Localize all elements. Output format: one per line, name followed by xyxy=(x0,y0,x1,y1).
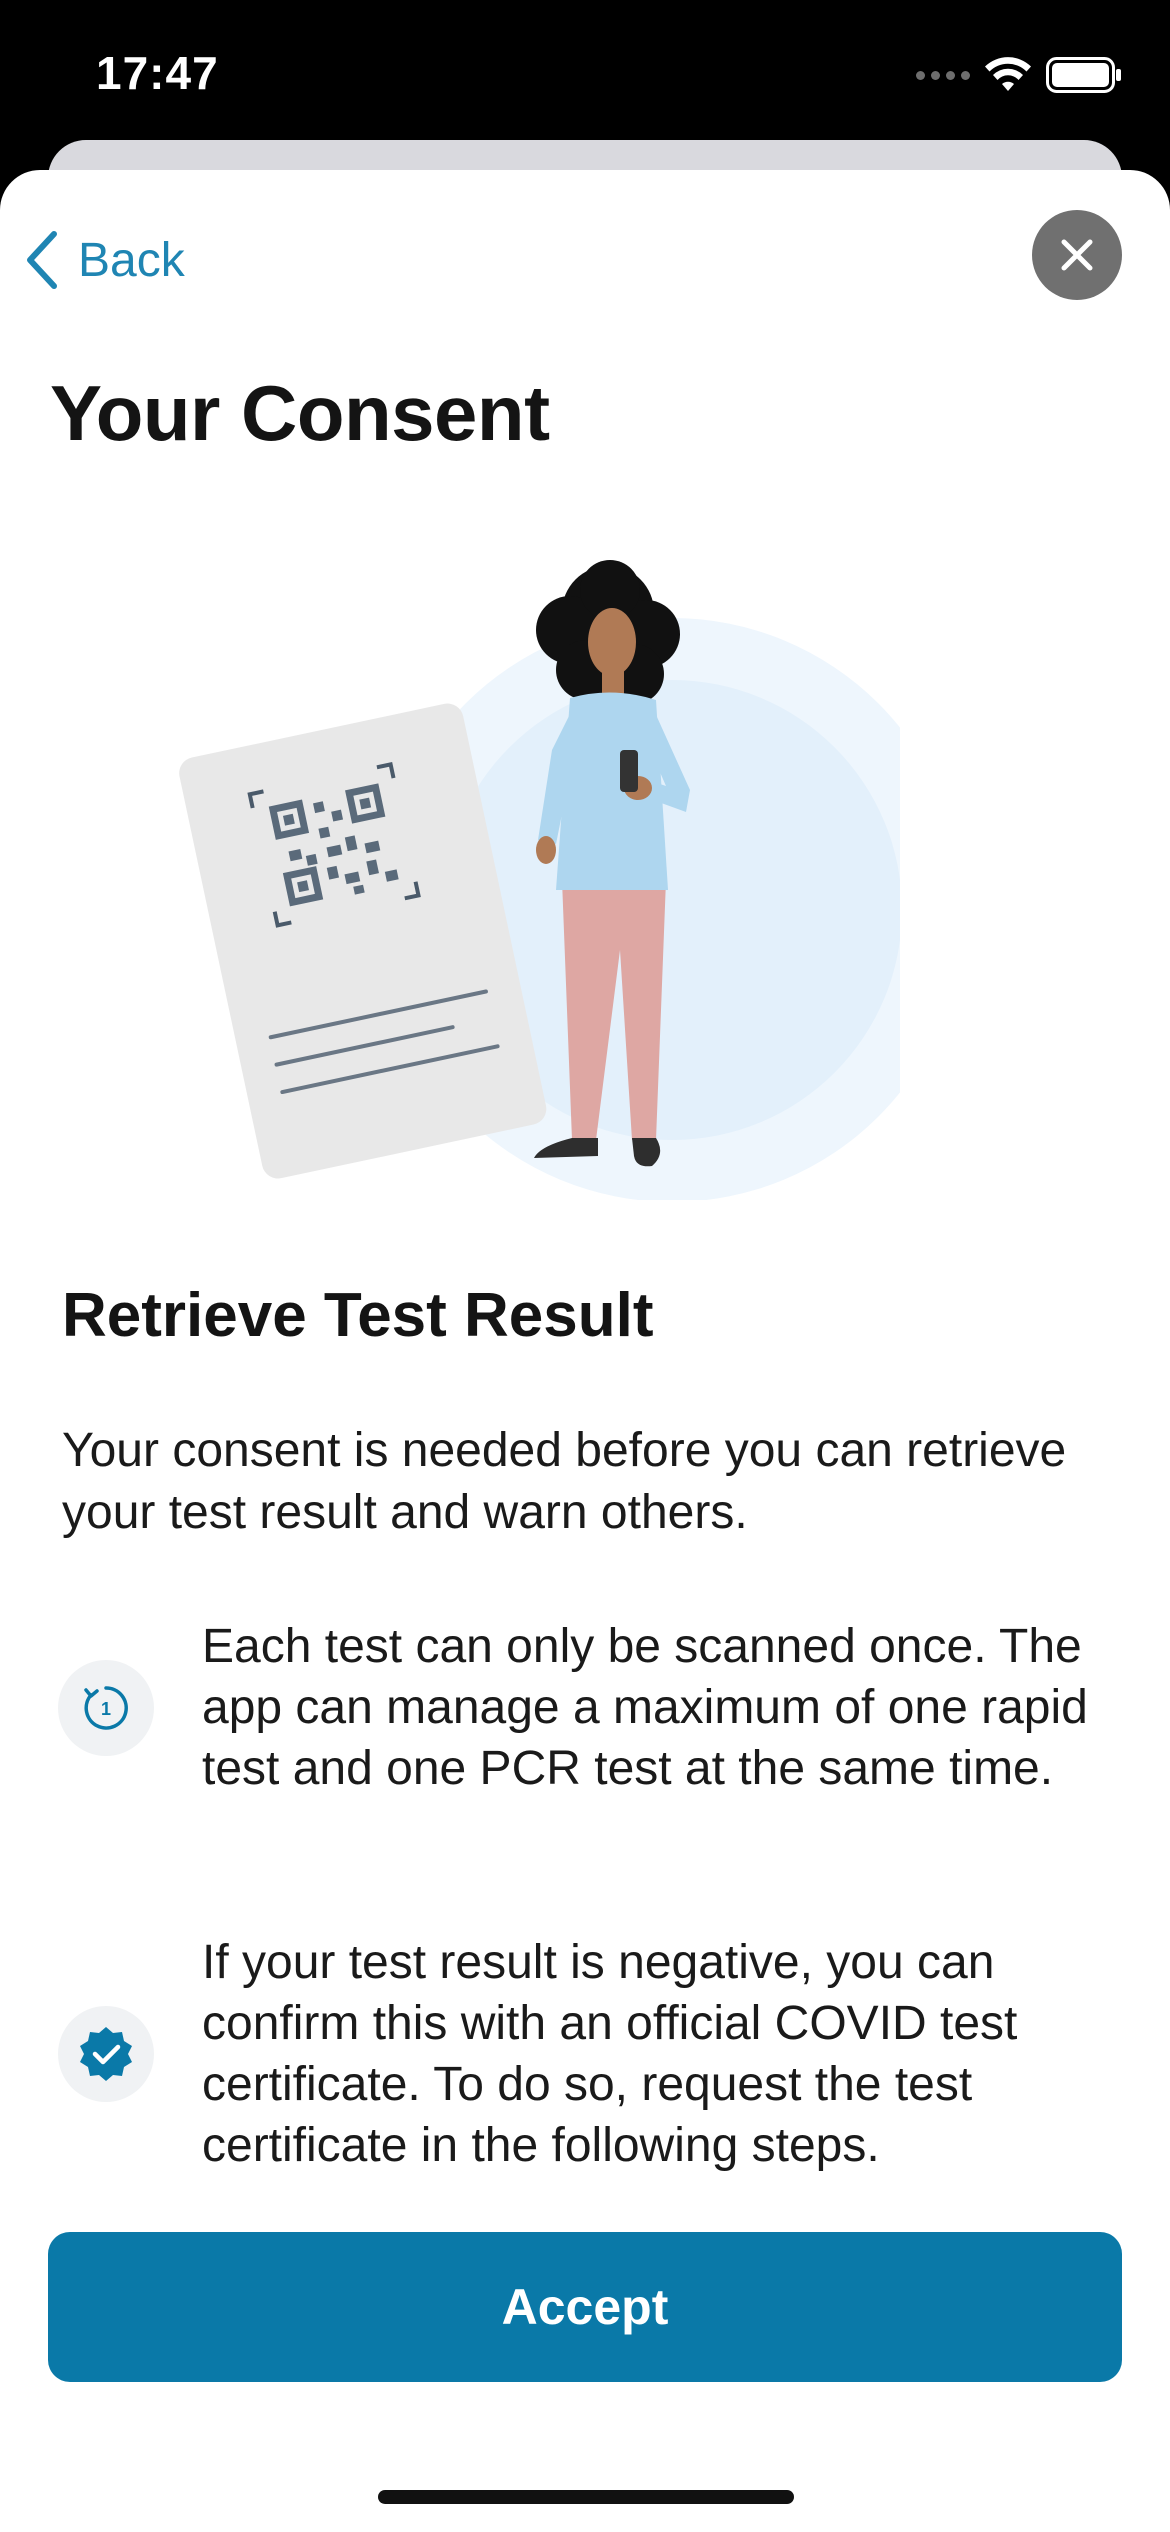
status-bar: 17:47 xyxy=(0,0,1170,150)
app-screen: 17:47 Back Your Consent Retrieve Test Re… xyxy=(0,0,1170,2532)
counter-one-icon: 1 xyxy=(58,1659,154,1756)
svg-text:1: 1 xyxy=(101,1699,111,1719)
back-label: Back xyxy=(78,233,185,287)
home-indicator xyxy=(378,2490,794,2504)
consent-illustration xyxy=(179,560,900,1200)
intro-text: Your consent is needed before you can re… xyxy=(62,1424,1067,1539)
info-item-certificate: If your test result is negative, you can… xyxy=(58,1932,1138,2176)
status-icons xyxy=(916,50,1122,100)
status-time: 17:47 xyxy=(96,47,219,99)
close-button[interactable] xyxy=(1032,210,1122,300)
battery-icon xyxy=(1046,57,1121,93)
info-text-scan-once: Each test can only be scanned once. The … xyxy=(202,1620,1088,1795)
section-title: Retrieve Test Result xyxy=(62,1281,654,1350)
verified-badge-icon xyxy=(58,2006,154,2102)
consent-sheet: Back Your Consent Retrieve Test Result Y… xyxy=(0,170,1170,2532)
page-title: Your Consent xyxy=(50,369,550,457)
accept-button[interactable]: Accept xyxy=(48,2232,1122,2382)
close-icon xyxy=(1061,239,1093,271)
info-item-scan-once: 1 Each test can only be scanned once. Th… xyxy=(58,1616,1138,1799)
cellular-signal-icon xyxy=(916,70,970,80)
back-button[interactable]: Back xyxy=(24,220,185,300)
wifi-icon xyxy=(985,57,1031,91)
info-text-certificate: If your test result is negative, you can… xyxy=(202,1936,1018,2172)
chevron-left-icon xyxy=(27,231,57,289)
